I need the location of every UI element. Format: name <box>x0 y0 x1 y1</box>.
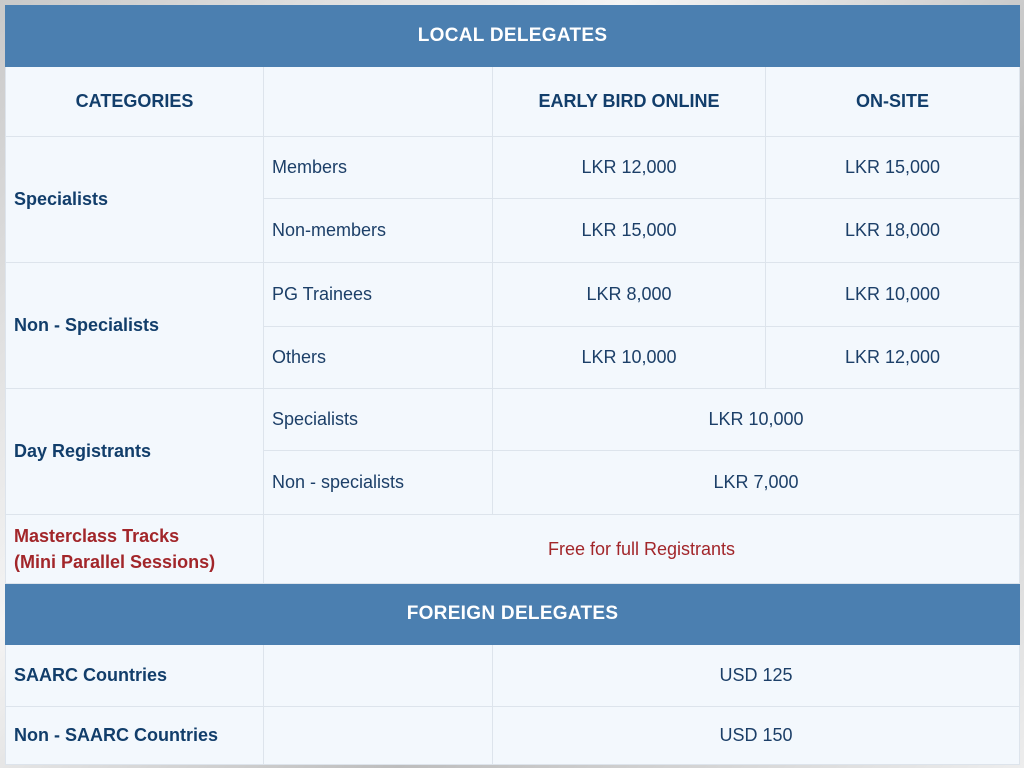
category-specialists: Specialists <box>5 136 264 263</box>
table-row: Day Registrants Specialists LKR 10,000 <box>5 388 1021 515</box>
fee-masterclass: Free for full Registrants <box>262 514 1021 584</box>
header-on-site: ON-SITE <box>764 66 1021 137</box>
header-early-bird: EARLY BIRD ONLINE <box>492 66 766 137</box>
header-categories: CATEGORIES <box>5 66 264 137</box>
fee-pg-trainees-early: LKR 8,000 <box>492 262 766 327</box>
masterclass-label-line2: (Mini Parallel Sessions) <box>14 552 216 572</box>
fee-members-early: LKR 12,000 <box>492 136 766 199</box>
local-delegates-title: LOCAL DELEGATES <box>4 5 1021 67</box>
fee-others-early: LKR 10,000 <box>492 326 766 389</box>
masterclass-label-line1: Masterclass Tracks <box>14 526 180 546</box>
category-day-registrants: Day Registrants <box>5 388 264 515</box>
category-saarc: SAARC Countries <box>5 644 264 707</box>
subcategory-day-non-specialists: Non - specialists <box>263 450 493 515</box>
table-row: Non - Specialists PG Trainees LKR 8,000 … <box>5 262 1021 389</box>
subcategory-non-members: Non-members <box>263 198 493 263</box>
saarc-blank-cell <box>263 644 493 707</box>
table-row: Masterclass Tracks (Mini Parallel Sessio… <box>5 514 1021 584</box>
fee-pg-trainees-onsite: LKR 10,000 <box>764 262 1021 327</box>
fee-non-members-early: LKR 15,000 <box>492 198 766 263</box>
non-saarc-blank-cell <box>263 706 493 765</box>
table-row: Specialists Members LKR 12,000 LKR 15,00… <box>5 136 1021 263</box>
foreign-delegates-header-row: FOREIGN DELEGATES <box>4 583 1021 645</box>
category-non-saarc: Non - SAARC Countries <box>5 706 264 765</box>
category-masterclass: Masterclass Tracks (Mini Parallel Sessio… <box>5 514 264 584</box>
fee-others-onsite: LKR 12,000 <box>764 326 1021 389</box>
column-header-row: CATEGORIES EARLY BIRD ONLINE ON-SITE <box>5 66 1021 137</box>
subcategory-day-specialists: Specialists <box>263 388 493 451</box>
fee-day-specialists: LKR 10,000 <box>491 388 1021 451</box>
fee-day-non-specialists: LKR 7,000 <box>491 450 1021 515</box>
fee-members-onsite: LKR 15,000 <box>764 136 1021 199</box>
subcategory-members: Members <box>263 136 493 199</box>
fee-saarc: USD 125 <box>491 644 1021 707</box>
subcategory-others: Others <box>263 326 493 389</box>
header-blank <box>263 66 493 137</box>
category-non-specialists: Non - Specialists <box>5 262 264 389</box>
fee-non-saarc: USD 150 <box>491 706 1021 765</box>
table-row: Non - SAARC Countries USD 150 <box>5 706 1021 765</box>
registration-fee-table: LOCAL DELEGATES CATEGORIES EARLY BIRD ON… <box>4 5 1021 765</box>
local-delegates-header-row: LOCAL DELEGATES <box>4 5 1021 67</box>
fee-non-members-onsite: LKR 18,000 <box>764 198 1021 263</box>
fee-table-frame: LOCAL DELEGATES CATEGORIES EARLY BIRD ON… <box>4 5 1021 765</box>
table-row: SAARC Countries USD 125 <box>5 644 1021 707</box>
foreign-delegates-title: FOREIGN DELEGATES <box>4 583 1021 645</box>
subcategory-pg-trainees: PG Trainees <box>263 262 493 327</box>
